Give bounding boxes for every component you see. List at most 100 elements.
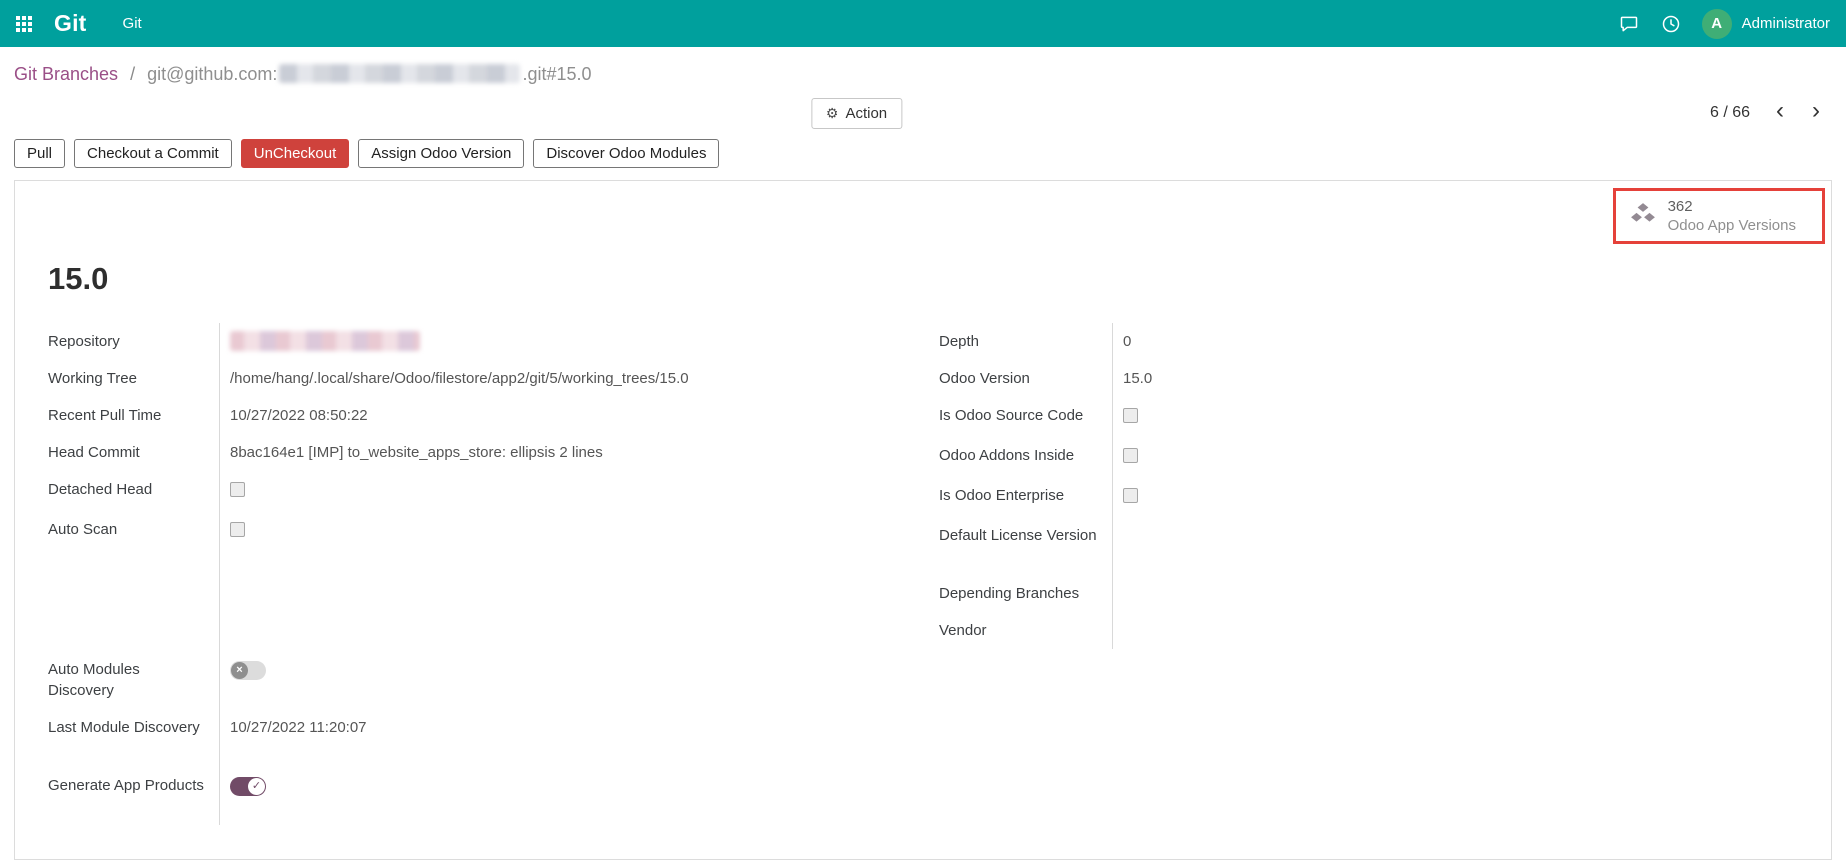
is-odoo-source-code-checkbox[interactable] [1123,408,1138,423]
field-value-default-license-version[interactable] [1112,517,1123,533]
field-value-is-odoo-source-code [1112,397,1138,437]
field-value-auto-modules-discovery: × [219,651,266,694]
field-value-vendor[interactable] [1112,612,1123,628]
field-row-is-odoo-enterprise: Is Odoo Enterprise [939,477,1798,517]
field-label-odoo-addons-inside: Odoo Addons Inside [939,447,1075,464]
field-value-depth: 0 [1123,333,1132,350]
stat-label: Odoo App Versions [1667,217,1796,234]
field-row-generate-app-products: Generate App Products ✓ [48,767,939,825]
control-panel: ⚙ Action 6 / 66 ‹ › [0,95,1846,131]
field-value-auto-scan [219,511,245,551]
field-label-detached-head: Detached Head [48,481,153,498]
field-value-generate-app-products: ✓ [219,767,266,810]
field-label-recent-pull-time: Recent Pull Time [48,407,162,424]
field-value-odoo-addons-inside [1112,437,1138,477]
breadcrumb-current-suffix: .git#15.0 [522,64,592,84]
pull-button[interactable]: Pull [14,139,66,168]
redacted-repository-value [230,331,420,351]
field-label-generate-app-products: Generate App Products [48,777,204,794]
breadcrumb: Git Branches / git@github.com: .git#15.0 [0,47,1846,95]
action-menu-label: Action [845,104,888,122]
avatar[interactable]: A [1701,8,1732,39]
breadcrumb-current-prefix: git@github.com: [147,64,278,84]
pager: 6 / 66 ‹ › [1710,97,1832,129]
field-label-vendor: Vendor [939,622,987,639]
pager-next-button[interactable]: › [1800,97,1832,129]
field-value-odoo-version: 15.0 [1123,370,1153,387]
field-label-depending-branches: Depending Branches [939,585,1080,602]
redacted-repo-name [279,64,521,83]
user-name[interactable]: Administrator [1742,15,1830,32]
field-row-recent-pull-time: Recent Pull Time 10/27/2022 08:50:22 [48,397,939,434]
topbar: Git Git A Administrator [0,0,1846,47]
field-label-odoo-version: Odoo Version [939,370,1030,387]
field-row-odoo-addons-inside: Odoo Addons Inside [939,437,1798,477]
field-label-auto-scan: Auto Scan [48,521,118,538]
left-field-group: Repository Working Tree /home/hang/.loca… [48,323,939,825]
breadcrumb-separator: / [130,64,136,84]
clock-icon[interactable] [1660,13,1682,35]
gear-icon: ⚙ [825,104,839,121]
top-menu-git[interactable]: Git [123,15,142,32]
is-odoo-enterprise-checkbox[interactable] [1123,488,1138,503]
field-label-auto-modules-discovery: Auto Modules Discovery [48,661,140,699]
form-sheet: 362 Odoo App Versions 15.0 Repository Wo… [14,180,1832,860]
field-row-default-license-version: Default License Version [939,517,1798,575]
field-label-working-tree: Working Tree [48,370,137,387]
toggle-on-knob: ✓ [248,778,265,795]
field-label-repository: Repository [48,333,120,350]
field-value-last-module-discovery: 10/27/2022 11:20:07 [230,719,367,736]
field-row-vendor: Vendor [939,612,1798,649]
field-groups: Repository Working Tree /home/hang/.loca… [15,323,1831,825]
topbar-right: A Administrator [1618,8,1830,39]
stat-value: 362 [1667,198,1693,215]
field-row-auto-scan: Auto Scan [48,511,939,551]
field-value-detached-head [219,471,245,511]
odoo-app-versions-icon [1630,201,1656,231]
app-brand[interactable]: Git [54,10,87,37]
field-label-depth: Depth [939,333,980,350]
generate-app-products-toggle[interactable]: ✓ [230,777,266,796]
field-label-head-commit: Head Commit [48,444,140,461]
field-value-recent-pull-time: 10/27/2022 08:50:22 [230,407,368,424]
record-title: 15.0 [48,261,109,296]
field-label-last-module-discovery: Last Module Discovery [48,719,200,736]
auto-scan-checkbox[interactable] [230,522,245,537]
auto-modules-discovery-toggle[interactable]: × [230,661,266,680]
odoo-app-versions-stat-button[interactable]: 362 Odoo App Versions [1615,191,1822,241]
field-row-odoo-version: Odoo Version 15.0 [939,360,1798,397]
field-row-depth: Depth 0 [939,323,1798,360]
field-label-default-license-version: Default License Version [939,527,1097,544]
action-menu-button[interactable]: ⚙ Action [810,97,903,129]
record-actions-toolbar: Pull Checkout a Commit UnCheckout Assign… [0,139,1846,168]
field-value-head-commit: 8bac164e1 [IMP] to_website_apps_store: e… [230,444,603,461]
field-label-is-odoo-enterprise: Is Odoo Enterprise [939,487,1065,504]
field-row-auto-modules-discovery: Auto Modules Discovery × [48,651,939,709]
field-value-depending-branches[interactable] [1112,575,1123,591]
field-value-is-odoo-enterprise [1112,477,1138,517]
detached-head-checkbox[interactable] [230,482,245,497]
uncheckout-button[interactable]: UnCheckout [240,139,350,168]
toggle-off-knob: × [231,662,248,679]
field-row-is-odoo-source-code: Is Odoo Source Code [939,397,1798,437]
apps-grid-icon[interactable] [16,15,32,32]
breadcrumb-parent-link[interactable]: Git Branches [14,64,118,84]
assign-odoo-version-button[interactable]: Assign Odoo Version [358,139,525,168]
pager-value: 6 / 66 [1709,104,1750,121]
odoo-addons-inside-checkbox[interactable] [1123,448,1138,463]
field-row-working-tree: Working Tree /home/hang/.local/share/Odo… [48,360,939,397]
pager-previous-button[interactable]: ‹ [1764,97,1796,129]
field-row-repository: Repository [48,323,939,360]
field-row-depending-branches: Depending Branches [939,575,1798,612]
right-field-group: Depth 0 Odoo Version 15.0 Is Odoo Source… [939,323,1798,649]
field-row-head-commit: Head Commit 8bac164e1 [IMP] to_website_a… [48,434,939,471]
field-row-detached-head: Detached Head [48,471,939,511]
checkout-a-commit-button[interactable]: Checkout a Commit [74,139,232,168]
chat-bubble-icon[interactable] [1618,13,1640,35]
stat-text: 362 Odoo App Versions [1668,197,1796,235]
field-row-last-module-discovery: Last Module Discovery 10/27/2022 11:20:0… [48,709,939,767]
field-value-repository [219,323,420,360]
discover-odoo-modules-button[interactable]: Discover Odoo Modules [533,139,720,168]
stat-button-highlight-box: 362 Odoo App Versions [1612,188,1825,244]
